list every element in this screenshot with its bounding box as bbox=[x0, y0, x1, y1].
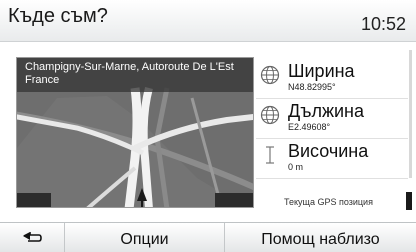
scrollbar[interactable] bbox=[409, 50, 412, 178]
map-footer-right bbox=[215, 193, 253, 207]
bottom-toolbar: Опции Помощ наблизо bbox=[0, 222, 416, 252]
latitude-row: Ширина N48.82995° bbox=[256, 59, 408, 99]
text-cursor bbox=[406, 192, 412, 210]
options-button[interactable]: Опции bbox=[65, 223, 225, 252]
gps-position-label: Текуща GPS позиция bbox=[284, 197, 373, 207]
latitude-value: N48.82995° bbox=[288, 82, 336, 92]
altitude-row: Височина 0 m bbox=[256, 139, 408, 179]
back-button[interactable] bbox=[0, 223, 65, 252]
main-content: Champigny-Sur-Marne, Autoroute De L'Est … bbox=[0, 42, 416, 222]
header-bar: Къде съм? 10:52 bbox=[0, 0, 416, 42]
back-arrow-icon bbox=[23, 231, 42, 242]
map-footer-left bbox=[17, 193, 51, 207]
map-address-overlay: Champigny-Sur-Marne, Autoroute De L'Est … bbox=[17, 58, 253, 92]
altitude-value: 0 m bbox=[288, 162, 304, 172]
globe-icon bbox=[260, 105, 280, 125]
address-country: France bbox=[25, 74, 60, 86]
globe-icon bbox=[260, 65, 280, 85]
address-street: Champigny-Sur-Marne, Autoroute De L'Est bbox=[25, 61, 234, 73]
clock: 10:52 bbox=[360, 14, 406, 34]
page-title: Къде съм? bbox=[8, 5, 108, 27]
altitude-label: Височина bbox=[288, 141, 369, 161]
latitude-label: Ширина bbox=[288, 61, 355, 81]
altitude-icon bbox=[266, 146, 274, 164]
map-view[interactable]: Champigny-Sur-Marne, Autoroute De L'Est … bbox=[16, 57, 254, 208]
longitude-row: Дължина E2.49608° bbox=[256, 99, 408, 139]
longitude-value: E2.49608° bbox=[288, 122, 331, 132]
longitude-label: Дължина bbox=[288, 101, 364, 121]
nearby-help-button[interactable]: Помощ наблизо bbox=[225, 223, 416, 252]
